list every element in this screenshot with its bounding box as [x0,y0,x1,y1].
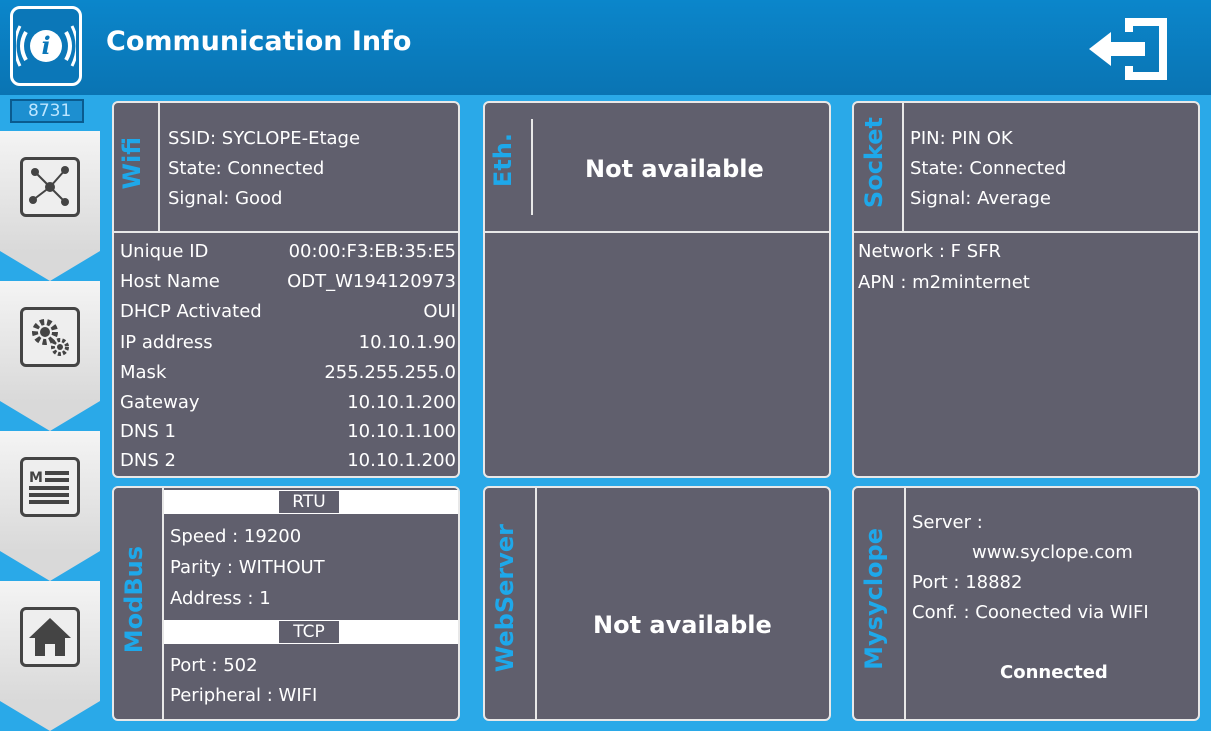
network-nav-button[interactable] [0,131,100,281]
mysyclope-status: Connected [1000,662,1108,683]
wifi-info-row: Unique ID 00:00:F3:EB:35:E5 [120,241,456,262]
gear-icon [20,307,80,367]
modbus-address: Address : 1 [170,588,271,609]
exit-icon[interactable] [1085,14,1175,84]
svg-text:i: i [41,31,50,60]
home-icon [20,607,80,667]
home-nav-button[interactable] [0,581,100,731]
title-bar: i Communication Info [0,0,1211,95]
wifi-info-row: IP address 10.10.1.90 [120,332,456,353]
eth-label: Eth. [489,133,517,188]
wifi-info-row: Gateway 10.10.1.200 [120,392,456,413]
settings-nav-button[interactable] [0,281,100,431]
modbus-port: Port : 502 [170,655,258,676]
modbus-peripheral: Peripheral : WIFI [170,685,318,706]
modbus-parity: Parity : WITHOUT [170,557,325,578]
wifi-info-row: DNS 2 10.10.1.200 [120,450,456,471]
page-title: Communication Info [106,26,412,57]
mysyclope-server: www.syclope.com [972,542,1133,563]
menu-nav-button[interactable]: M [0,431,100,581]
webserver-panel: WebServer Not available [483,486,831,721]
wifi-label: Wifi [118,137,146,190]
socket-state: State: Connected [910,158,1067,179]
info-icon: i [10,6,82,86]
modbus-label: ModBus [120,546,148,654]
wifi-info-row: DNS 1 10.10.1.100 [120,421,456,442]
wifi-signal: Signal: Good [168,188,283,209]
socket-apn: APN : m2minternet [858,272,1030,293]
socket-label: Socket [860,117,888,209]
network-icon [20,157,80,217]
webserver-status: Not available [593,611,772,639]
tcp-header: TCP [279,621,339,643]
mysyclope-label: Mysyclope [860,528,888,670]
webserver-label: WebServer [491,524,519,673]
mysyclope-conf: Conf. : Coonected via WIFI [912,602,1149,623]
eth-status: Not available [585,155,764,183]
counter-badge: 8731 [10,99,84,123]
wifi-panel: Wifi SSID: SYCLOPE-Etage State: Connecte… [112,101,460,478]
svg-text:M: M [29,470,43,486]
socket-signal: Signal: Average [910,188,1051,209]
wifi-info-row: Host Name ODT_W194120973 [120,271,456,292]
rtu-header: RTU [279,491,339,513]
menu-list-icon: M [20,457,80,517]
mysyclope-panel: Mysyclope Server : www.syclope.com Port … [852,486,1200,721]
wifi-state: State: Connected [168,158,325,179]
modbus-panel: ModBus RTU Speed : 19200 Parity : WITHOU… [112,486,460,721]
wifi-ssid: SSID: SYCLOPE-Etage [168,128,361,149]
sidebar: 8731 M [0,95,100,731]
socket-panel: Socket PIN: PIN OK State: Connected Sign… [852,101,1200,478]
mysyclope-server-label: Server : [912,512,983,533]
mysyclope-port: Port : 18882 [912,572,1023,593]
wifi-info-row: Mask 255.255.255.0 [120,362,456,383]
eth-panel: Eth. Not available [483,101,831,478]
socket-pin: PIN: PIN OK [910,128,1013,149]
wifi-info-row: DHCP Activated OUI [120,301,456,322]
socket-network: Network : F SFR [858,241,1002,262]
modbus-speed: Speed : 19200 [170,526,302,547]
